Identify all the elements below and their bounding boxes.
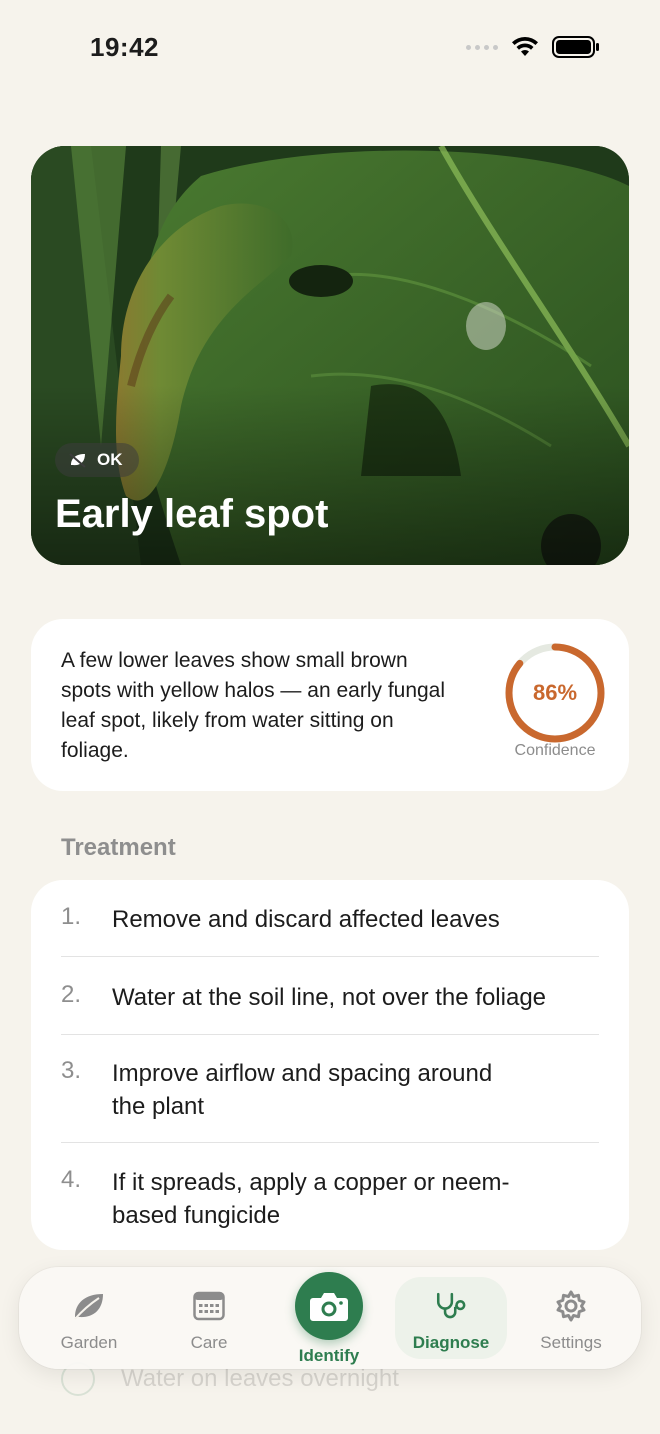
confidence-value: 86% [532, 680, 578, 705]
step-number: 3. [61, 1057, 82, 1084]
treatment-step: 3. Improve airflow and spacing around th… [61, 1057, 599, 1123]
status-icons [466, 36, 600, 58]
treatment-card: 1. Remove and discard affected leaves 2.… [31, 880, 629, 1250]
treatment-heading: Treatment [61, 834, 176, 861]
tab-diagnose[interactable]: Diagnose [391, 1267, 511, 1369]
tab-settings[interactable]: Settings [511, 1267, 631, 1369]
divider [61, 1034, 599, 1035]
treatment-step: 1. Remove and discard affected leaves [61, 903, 599, 936]
obscured-list-item-label: Water on leaves overnight [121, 1365, 399, 1392]
tab-label: Care [190, 1333, 228, 1352]
tab-care[interactable]: Care [149, 1267, 269, 1369]
tab-label: Garden [60, 1333, 118, 1352]
cellular-signal-icon [466, 44, 498, 50]
status-bar: 19:42 [0, 0, 660, 100]
diagnosis-hero-card: OK Early leaf spot [31, 146, 629, 565]
stethoscope-icon [434, 1289, 468, 1323]
tab-garden[interactable]: Garden [29, 1267, 149, 1369]
diagnosis-title: Early leaf spot [55, 492, 329, 536]
divider [61, 956, 599, 957]
leaf-slash-icon [69, 453, 86, 468]
tab-label: Diagnose [412, 1333, 490, 1352]
step-text: Water at the soil line, not over the fol… [112, 984, 547, 1011]
gear-icon [554, 1289, 588, 1323]
step-number: 4. [61, 1166, 82, 1193]
battery-icon [552, 36, 599, 58]
confidence-label: Confidence [514, 742, 596, 759]
step-text: Remove and discard affected leaves [112, 906, 500, 933]
diagnosis-description: A few lower leaves show small brown spot… [61, 649, 446, 762]
step-text: If it spreads, apply a copper or neem-ba… [112, 1169, 510, 1229]
bottom-tab-bar: Garden Care Identify Diagnose Settings [19, 1267, 641, 1369]
leaf-icon [72, 1289, 106, 1323]
step-number: 1. [61, 903, 82, 930]
status-time: 19:42 [90, 32, 159, 62]
tab-identify[interactable]: Identify [269, 1267, 389, 1369]
wifi-icon [512, 36, 538, 56]
calendar-icon [192, 1289, 226, 1323]
step-text: Improve airflow and spacing around the p… [112, 1060, 493, 1120]
status-badge-label: OK [97, 450, 123, 469]
tab-label: Settings [540, 1333, 602, 1352]
treatment-step: 2. Water at the soil line, not over the … [61, 981, 599, 1014]
step-number: 2. [61, 981, 82, 1008]
divider [61, 1142, 599, 1143]
diagnosis-summary-card: A few lower leaves show small brown spot… [31, 619, 629, 791]
tab-label: Identify [298, 1346, 360, 1365]
identify-camera-button[interactable] [295, 1272, 363, 1340]
camera-icon [310, 1293, 348, 1321]
treatment-step: 4. If it spreads, apply a copper or neem… [61, 1166, 599, 1232]
status-badge: OK [55, 443, 139, 477]
